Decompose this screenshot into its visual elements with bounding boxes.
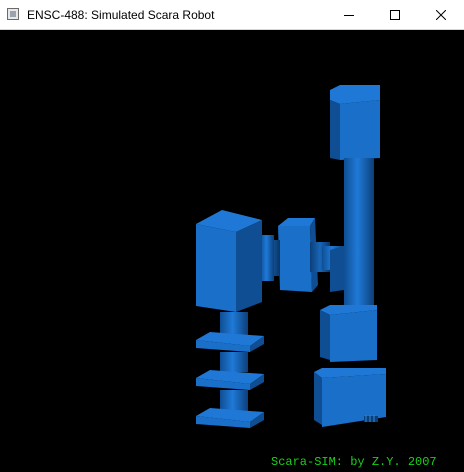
- close-button[interactable]: [418, 0, 464, 30]
- minimize-icon: [344, 15, 354, 16]
- minimize-button[interactable]: [326, 0, 372, 30]
- app-window: ENSC-488: Simulated Scara Robot Scara-SI…: [0, 0, 464, 472]
- window-title: ENSC-488: Simulated Scara Robot: [27, 8, 215, 22]
- app-window-icon: [7, 8, 19, 20]
- title-bar[interactable]: ENSC-488: Simulated Scara Robot: [0, 0, 464, 30]
- render-viewport[interactable]: Scara-SIM: by Z.Y. 2007: [0, 30, 464, 472]
- maximize-icon: [390, 10, 400, 20]
- scara-robot-model: [196, 85, 386, 428]
- maximize-button[interactable]: [372, 0, 418, 30]
- robot-end-effector: [196, 210, 264, 428]
- close-icon: [436, 10, 446, 20]
- footer-credit: Scara-SIM: by Z.Y. 2007: [271, 455, 437, 469]
